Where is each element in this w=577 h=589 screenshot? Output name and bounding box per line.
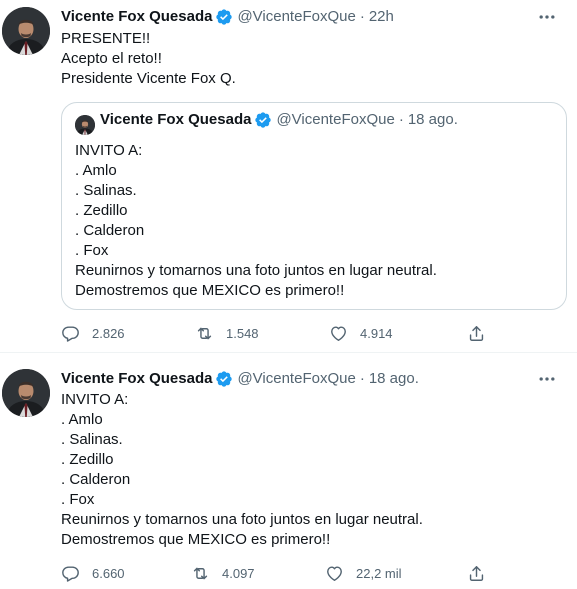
tweet-line: INVITO A: (75, 142, 143, 159)
tweet-line: . Fox (61, 491, 95, 508)
like-button[interactable]: 4.914 (329, 323, 393, 343)
like-button[interactable]: 22,2 mil (325, 563, 402, 583)
tweet-line: . Zedillo (61, 451, 114, 468)
author-handle[interactable]: @VicenteFoxQue (237, 7, 355, 27)
tweet-line: Reunirnos y tomarnos una foto juntos en … (61, 511, 423, 528)
like-icon (329, 324, 348, 343)
retweet-count: 1.548 (226, 325, 259, 341)
tweet-line: PRESENTE!! (61, 30, 151, 47)
tweet-line: . Amlo (61, 411, 103, 428)
tweet-line: INVITO A: (61, 391, 129, 408)
tweet-line: Reunirnos y tomarnos una foto juntos en … (75, 262, 437, 279)
tweet-header: Vicente Fox Quesada @VicenteFoxQue · 22h (61, 7, 394, 27)
share-button[interactable] (467, 323, 486, 343)
more-options-icon[interactable] (537, 369, 557, 389)
author-name[interactable]: Vicente Fox Quesada (61, 7, 212, 27)
retweet-button[interactable]: 4.097 (191, 563, 255, 583)
tweet-line: . Fox (75, 242, 109, 259)
quoted-author-name: Vicente Fox Quesada (100, 111, 252, 128)
separator-dot: · (359, 370, 365, 387)
quoted-tweet[interactable]: Vicente Fox Quesada @VicenteFoxQue · 18 … (61, 102, 567, 310)
quoted-author-handle: @VicenteFoxQue (276, 111, 395, 128)
verified-badge-icon (254, 111, 272, 129)
like-count: 4.914 (360, 325, 393, 341)
share-icon (467, 324, 486, 343)
tweet-actions: 2.826 1.548 4.914 (61, 323, 491, 343)
more-options-icon[interactable] (537, 7, 557, 27)
tweet-text: PRESENTE!! Acepto el reto!! Presidente V… (61, 29, 236, 89)
reply-icon (61, 564, 80, 583)
retweet-icon (191, 564, 210, 583)
tweet-line: . Zedillo (75, 202, 128, 219)
retweet-icon (195, 324, 214, 343)
verified-badge-icon (215, 8, 233, 26)
reply-button[interactable]: 2.826 (61, 323, 125, 343)
author-handle[interactable]: @VicenteFoxQue (237, 369, 355, 389)
like-icon (325, 564, 344, 583)
avatar[interactable] (2, 369, 50, 417)
quoted-timestamp: 18 ago. (407, 111, 458, 128)
tweet-line: Presidente Vicente Fox Q. (61, 70, 236, 87)
separator-dot: · (398, 111, 404, 128)
timestamp[interactable]: 18 ago. (369, 369, 419, 389)
tweet-line: Acepto el reto!! (61, 50, 162, 67)
reply-count: 6.660 (92, 565, 125, 581)
like-count: 22,2 mil (356, 565, 402, 581)
avatar[interactable] (2, 7, 50, 55)
reply-button[interactable]: 6.660 (61, 563, 125, 583)
tweet-line: Demostremos que MEXICO es primero!! (61, 531, 331, 548)
tweet-actions: 6.660 4.097 22,2 mil (61, 563, 491, 583)
separator-dot: · (359, 8, 365, 25)
retweet-count: 4.097 (222, 565, 255, 581)
tweet-header: Vicente Fox Quesada @VicenteFoxQue · 18 … (61, 369, 419, 389)
quoted-tweet-text: INVITO A: . Amlo . Salinas. . Zedillo . … (75, 141, 437, 301)
share-button[interactable] (467, 563, 486, 583)
tweet-line: . Amlo (75, 162, 117, 179)
reply-count: 2.826 (92, 325, 125, 341)
tweet-line: Demostremos que MEXICO es primero!! (75, 282, 345, 299)
verified-badge-icon (215, 370, 233, 388)
retweet-button[interactable]: 1.548 (195, 323, 259, 343)
tweet[interactable]: Vicente Fox Quesada @VicenteFoxQue · 22h… (0, 0, 577, 353)
tweet-line: . Salinas. (75, 182, 137, 199)
reply-icon (61, 324, 80, 343)
tweet-line: . Salinas. (61, 431, 123, 448)
tweet-line: . Calderon (61, 471, 131, 488)
timestamp[interactable]: 22h (369, 7, 394, 27)
quoted-tweet-header: Vicente Fox Quesada @VicenteFoxQue · 18 … (100, 110, 458, 130)
share-icon (467, 564, 486, 583)
tweet-line: . Calderon (75, 222, 145, 239)
quoted-avatar (75, 115, 95, 135)
author-name[interactable]: Vicente Fox Quesada (61, 369, 212, 389)
tweet[interactable]: Vicente Fox Quesada @VicenteFoxQue · 18 … (0, 353, 577, 589)
tweet-text: INVITO A: . Amlo . Salinas. . Zedillo . … (61, 390, 423, 550)
